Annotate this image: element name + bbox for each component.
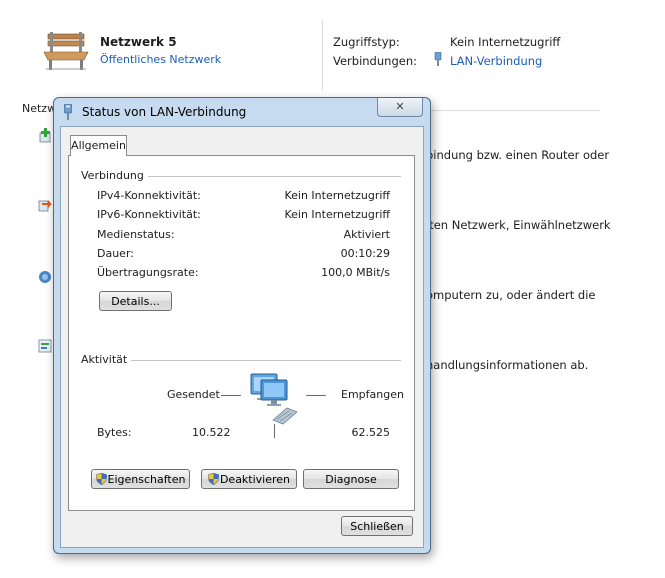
task-connect-network-text[interactable]: lten Netzwerk, Einwählnetzwerk [426, 218, 611, 232]
ipv4-label: IPv4-Konnektivität: [97, 189, 201, 202]
task-setup-connection-text[interactable]: bindung bzw. einen Router oder [426, 148, 609, 162]
task-troubleshoot-text[interactable]: handlungsinformationen ab. [426, 358, 588, 372]
access-type-value: Kein Internetzugriff [450, 35, 561, 49]
dialog-client-area: Allgemein Verbindung IPv4-Konnektivität:… [60, 126, 424, 548]
homegroup-icon [38, 200, 52, 212]
troubleshoot-icon [38, 339, 52, 353]
new-connection-icon [39, 128, 51, 143]
uac-shield-icon [207, 473, 219, 485]
network-share-icon [39, 271, 51, 283]
ipv6-value: Kein Internetzugriff [284, 208, 390, 221]
access-type-label: Zugriffstyp: [333, 35, 400, 49]
bytes-sent-value: 10.522 [192, 426, 231, 439]
ipv4-value: Kein Internetzugriff [284, 189, 390, 202]
background-heading-fragment: Netzw [22, 102, 57, 115]
bytes-received-value: 62.525 [351, 426, 391, 439]
activity-group-title: Aktivität [81, 353, 132, 366]
received-label: Empfangen [341, 388, 404, 401]
speed-label: Übertragungsrate: [97, 266, 199, 279]
bytes-label: Bytes: [97, 426, 132, 439]
duration-value: 00:10:29 [340, 247, 390, 260]
duration-label: Dauer: [97, 247, 134, 260]
received-line [306, 395, 326, 396]
sent-label: Gesendet [167, 388, 220, 401]
details-button[interactable]: Details... [99, 291, 172, 311]
dialog-title: Status von LAN-Verbindung [82, 105, 247, 119]
lan-status-dialog: Status von LAN-Verbindung ✕ Allgemein Ve… [53, 97, 431, 554]
window-close-button[interactable]: ✕ [377, 98, 423, 117]
deactivate-button[interactable]: Deaktivieren [201, 469, 297, 489]
lan-connection-link[interactable]: LAN-Verbindung [450, 54, 542, 68]
tab-general[interactable]: Allgemein [70, 135, 127, 156]
general-tab-panel: Verbindung IPv4-Konnektivität: Kein Inte… [68, 155, 415, 511]
network-computers-icon [250, 373, 298, 425]
ipv6-label: IPv6-Konnektivität: [97, 208, 201, 221]
park-bench-icon [43, 32, 89, 70]
deactivate-button-label: Deaktivieren [219, 473, 291, 486]
connections-label: Verbindungen: [333, 54, 417, 68]
close-button[interactable]: Schließen [341, 516, 413, 536]
media-status-label: Medienstatus: [97, 228, 175, 241]
bytes-divider [274, 424, 275, 438]
ethernet-plug-icon [64, 104, 72, 120]
network-type-link[interactable]: Öffentliches Netzwerk [100, 53, 221, 66]
vertical-divider [322, 20, 323, 90]
task-homegroup-text[interactable]: omputern zu, oder ändert die [426, 288, 596, 302]
uac-shield-icon [95, 473, 107, 485]
connection-group-title: Verbindung [81, 169, 148, 182]
ethernet-plug-icon [434, 52, 442, 66]
properties-button-label: Eigenschaften [107, 473, 186, 486]
properties-button[interactable]: Eigenschaften [91, 469, 190, 489]
media-status-value: Aktiviert [343, 228, 390, 241]
speed-value: 100,0 MBit/s [321, 266, 390, 279]
diagnose-button[interactable]: Diagnose [303, 469, 399, 489]
network-name: Netzwerk 5 [100, 35, 177, 49]
sent-line [221, 395, 241, 396]
close-icon: ✕ [395, 100, 405, 113]
